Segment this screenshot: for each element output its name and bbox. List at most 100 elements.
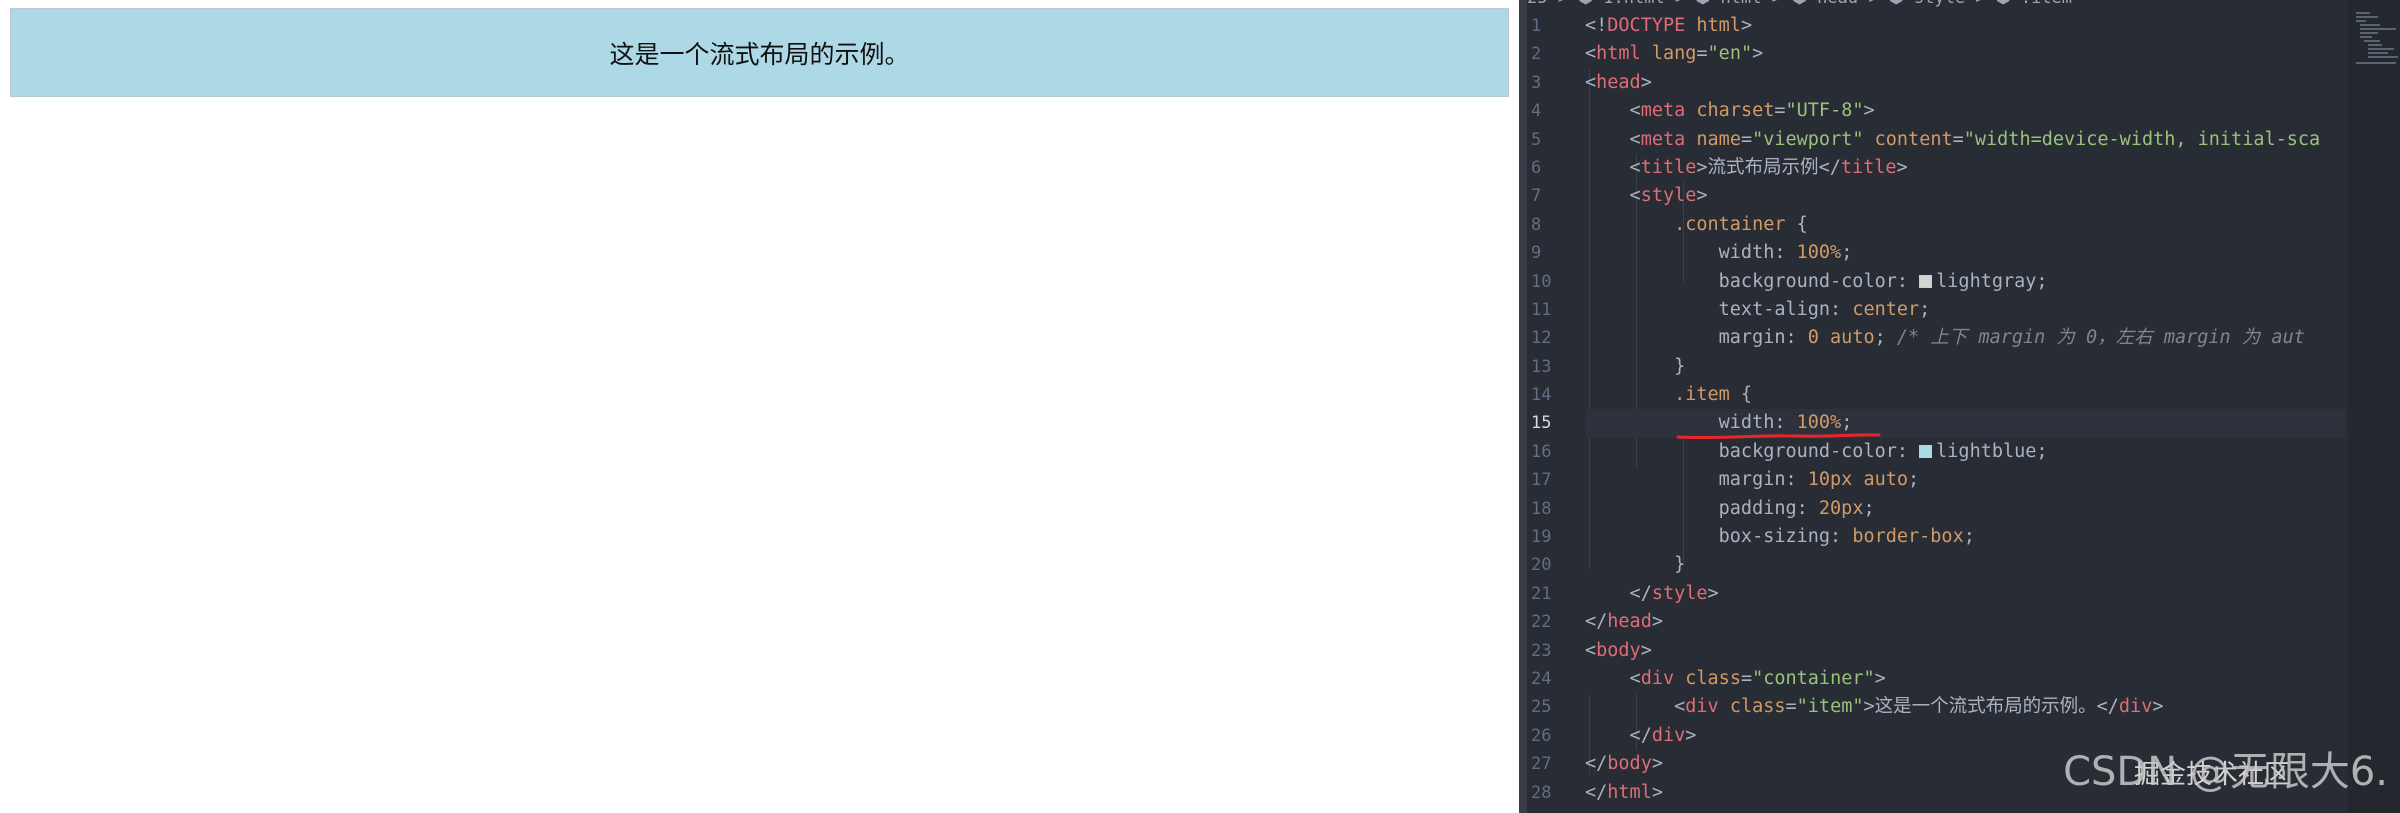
code-token: ;: [2036, 270, 2048, 292]
code-line[interactable]: }: [1585, 353, 2345, 381]
code-line[interactable]: </head>: [1585, 608, 2345, 636]
code-token: div: [1685, 696, 1719, 718]
editor-breadcrumb[interactable]: 25 > ⬢ 1.html > ⬢ html > ⬢ head > ⬢ styl…: [1527, 0, 2347, 10]
code-token: >: [1874, 667, 1886, 689]
code-line[interactable]: background-color: lightgray;: [1585, 268, 2345, 296]
code-token: meta: [1640, 128, 1686, 150]
code-line[interactable]: <div class="container">: [1585, 665, 2345, 693]
code-token: >: [2152, 696, 2164, 718]
code-line[interactable]: .container {: [1585, 211, 2345, 239]
code-token: </: [2096, 696, 2119, 718]
code-line[interactable]: padding: 20px;: [1585, 495, 2345, 523]
code-token: >: [1640, 639, 1652, 661]
code-line[interactable]: text-align: center;: [1585, 296, 2345, 324]
code-token: >: [1651, 781, 1663, 803]
screen: 这是一个流式布局的示例。 25 > ⬢ 1.html > ⬢ html > ⬢ …: [0, 0, 2400, 813]
code-token: >: [1696, 185, 1708, 207]
code-token: body: [1607, 753, 1652, 775]
code-line[interactable]: <body>: [1585, 637, 2345, 665]
code-line[interactable]: box-sizing: border-box;: [1585, 523, 2345, 551]
code-token: =: [1774, 100, 1786, 122]
code-token: border-box: [1852, 526, 1964, 548]
minimap-line: [2368, 44, 2382, 46]
code-line[interactable]: </style>: [1585, 580, 2345, 608]
code-token: DOCTYPE: [1607, 15, 1686, 36]
code-token: div: [1640, 667, 1675, 689]
line-number: 21: [1531, 583, 1552, 604]
code-line[interactable]: <!DOCTYPE html>: [1585, 12, 2345, 40]
line-number: 9: [1531, 243, 1542, 264]
code-line[interactable]: <meta charset="UTF-8">: [1585, 97, 2345, 125]
code-token: :: [1830, 298, 1853, 320]
line-number: 4: [1531, 101, 1542, 122]
code-line[interactable]: <style>: [1585, 182, 2345, 210]
line-number: 26: [1531, 725, 1552, 746]
code-line[interactable]: .item {: [1585, 381, 2345, 409]
code-token: >: [1896, 156, 1908, 178]
code-line[interactable]: <div class="item">这是一个流式布局的示例。</div>: [1585, 693, 2345, 721]
code-token: padding: [1585, 497, 1797, 519]
minimap-line: [2368, 48, 2394, 50]
code-token: >: [1696, 156, 1708, 178]
code-token: class: [1685, 667, 1741, 689]
code-token: :: [1896, 270, 1920, 292]
code-token: >: [1863, 100, 1875, 122]
line-number: 25: [1531, 697, 1552, 718]
code-token: class: [1729, 696, 1786, 718]
code-token: >: [1651, 753, 1663, 775]
code-token: html: [1596, 43, 1641, 65]
csdn-watermark: CSDN @无限大6.: [2063, 749, 2388, 795]
code-token: .item: [1585, 384, 1730, 406]
code-token: </: [1585, 582, 1652, 604]
line-number: 24: [1531, 668, 1552, 689]
code-token: "item": [1796, 696, 1864, 718]
code-token: :: [1785, 469, 1808, 491]
code-token: auto: [1830, 327, 1875, 349]
code-token: lightgray: [1936, 270, 2037, 292]
line-number-gutter: 1 2 3 4 5 6 7 8 9 10 11 12 13 14 15 16 17 18 19 20 21 22 23 24 2…: [1527, 12, 1585, 807]
code-token: width: [1585, 242, 1775, 264]
code-token: style: [1640, 185, 1697, 207]
line-number: 6: [1531, 157, 1542, 178]
pane-divider[interactable]: [1519, 0, 1527, 813]
code-token: <: [1585, 43, 1597, 65]
minimap-line: [2356, 16, 2378, 18]
line-number: 13: [1531, 356, 1552, 377]
code-line[interactable]: }: [1585, 551, 2345, 579]
minimap-line: [2368, 56, 2398, 58]
code-token: </: [1585, 781, 1608, 803]
code-editor[interactable]: 25 > ⬢ 1.html > ⬢ html > ⬢ head > ⬢ styl…: [1527, 0, 2400, 813]
code-token: background-color: [1585, 270, 1897, 292]
code-token: title: [1640, 156, 1697, 178]
line-number: 15: [1531, 413, 1552, 434]
color-swatch[interactable]: [1919, 444, 1933, 458]
minimap-line: [2360, 36, 2372, 38]
code-area[interactable]: <!DOCTYPE html> <html lang="en"> <head> <m…: [1585, 12, 2345, 807]
code-line[interactable]: margin: 10px auto;: [1585, 466, 2345, 494]
code-token: 这是一个流式布局的示例。: [1874, 696, 2097, 718]
color-swatch[interactable]: [1919, 274, 1933, 288]
code-token: charset: [1696, 100, 1775, 122]
code-token: html: [1607, 781, 1652, 803]
code-line[interactable]: <title>流式布局示例</title>: [1585, 154, 2345, 182]
code-token: </: [1585, 753, 1608, 775]
minimap[interactable]: [2348, 0, 2400, 813]
code-line[interactable]: <head>: [1585, 69, 2345, 97]
code-token: ;: [2036, 440, 2048, 462]
code-token: :: [1774, 242, 1797, 264]
code-token: 0: [1807, 327, 1819, 349]
code-line[interactable]: background-color: lightblue;: [1585, 438, 2345, 466]
code-token: {: [1729, 384, 1753, 406]
code-token: auto: [1863, 469, 1909, 491]
code-line[interactable]: margin: 0 auto; /* 上下 margin 为 0，左右 marg…: [1585, 324, 2345, 352]
line-number: 20: [1531, 555, 1552, 576]
code-line[interactable]: <html lang="en">: [1585, 40, 2345, 68]
code-token: title: [1840, 156, 1897, 178]
code-line[interactable]: width: 100%;: [1585, 239, 2345, 267]
code-line[interactable]: <meta name="viewport" content="width=dev…: [1585, 126, 2345, 154]
